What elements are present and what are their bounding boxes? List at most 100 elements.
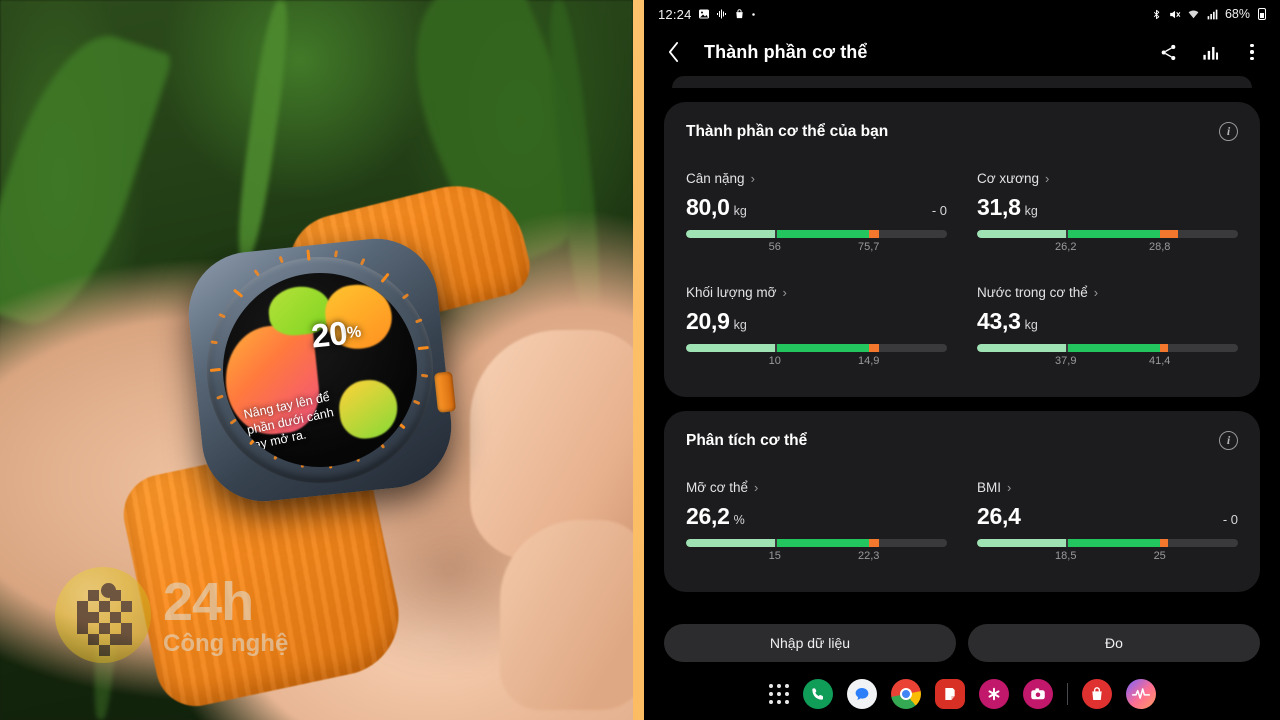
watermark: 24h Công nghệ xyxy=(55,567,288,663)
metric-value: 26,4 xyxy=(977,503,1021,529)
logo-check xyxy=(121,601,132,612)
range-low-label: 37,9 xyxy=(1055,355,1077,367)
logo-check xyxy=(88,590,99,601)
range-high-label: 75,7 xyxy=(857,241,880,253)
metric-value: 20,9 xyxy=(686,308,730,334)
app-grid-icon[interactable] xyxy=(768,684,789,704)
range-segment-normal xyxy=(1068,344,1160,352)
watermark-logo-icon xyxy=(55,567,151,663)
metric-value-wrap: 20,9 kg xyxy=(686,308,747,335)
camera-icon[interactable] xyxy=(1022,679,1053,709)
asterisk-app-icon[interactable] xyxy=(978,679,1009,709)
logo-check xyxy=(110,612,121,623)
bezel-tick xyxy=(278,255,284,264)
dot xyxy=(1250,56,1254,61)
dot xyxy=(768,692,773,696)
measure-button[interactable]: Đo xyxy=(968,624,1260,662)
samsung-health-icon[interactable] xyxy=(1125,679,1156,709)
metric-value-wrap: 80,0 kg xyxy=(686,194,747,221)
finger xyxy=(500,520,633,710)
metric-value-wrap: 31,8 kg xyxy=(977,194,1038,221)
signal-icon xyxy=(1206,8,1219,21)
metric-unit: kg xyxy=(733,204,747,218)
metric-value: 80,0 xyxy=(686,194,730,220)
info-icon[interactable]: i xyxy=(1219,431,1238,450)
metric-label[interactable]: Khối lượng mỡ › xyxy=(686,285,947,300)
range-low-label: 56 xyxy=(768,241,781,253)
metric-label[interactable]: Nước trong cơ thể › xyxy=(977,285,1238,300)
metric-item: Cơ xương › 31,8 kg 26,2 28,8 xyxy=(977,171,1238,257)
range-labels: 26,2 28,8 xyxy=(977,241,1238,257)
logo-check xyxy=(121,623,132,634)
input-data-button[interactable]: Nhập dữ liệu xyxy=(664,624,956,662)
metric-value-wrap: 43,3 kg xyxy=(977,308,1038,335)
phone-icon[interactable] xyxy=(802,679,833,709)
bezel-tick xyxy=(412,399,420,406)
logo-check xyxy=(99,623,110,634)
metric-label[interactable]: Mỡ cơ thể › xyxy=(686,480,947,495)
dock-divider xyxy=(1066,683,1068,705)
dot xyxy=(768,684,773,688)
range-high-label: 14,9 xyxy=(857,355,880,367)
bezel-tick xyxy=(209,340,218,345)
share-icon[interactable] xyxy=(1156,40,1180,64)
content-scroll-area[interactable]: Thành phần cơ thể của bạn i Cân nặng › 80,0 k… xyxy=(644,76,1280,610)
metric-value: 43,3 xyxy=(977,308,1021,334)
status-time: 12:24 xyxy=(658,6,692,22)
smartwatch: 20% Nâng tay lên để phần dưới cánh tay m… xyxy=(182,232,458,508)
info-icon[interactable]: i xyxy=(1219,122,1238,141)
bezel-tick xyxy=(333,250,338,258)
range-labels: 18,5 25 xyxy=(977,550,1238,566)
metric-label-text: Cơ xương xyxy=(977,171,1040,186)
metric-item: Khối lượng mỡ › 20,9 kg 10 14,9 xyxy=(686,285,947,371)
metric-label-text: BMI xyxy=(977,480,1002,495)
back-button[interactable] xyxy=(656,35,690,69)
metric-delta: - 0 xyxy=(931,203,947,218)
metric-label[interactable]: BMI › xyxy=(977,480,1238,495)
chrome-icon[interactable] xyxy=(890,679,921,709)
logo-check xyxy=(88,634,99,645)
metric-label[interactable]: Cân nặng › xyxy=(686,171,947,186)
range-low-label: 15 xyxy=(768,550,781,562)
logo-check xyxy=(110,634,121,645)
dot xyxy=(776,692,781,696)
bezel-tick xyxy=(401,293,409,300)
range-high-label: 41,4 xyxy=(1148,355,1171,367)
logo-check xyxy=(110,590,121,601)
samsung-notes-icon[interactable] xyxy=(934,679,965,709)
logo-check xyxy=(77,623,88,634)
screenshot-root: 20% Nâng tay lên để phần dưới cánh tay m… xyxy=(0,0,1280,720)
messages-icon[interactable] xyxy=(846,679,877,709)
panel-divider xyxy=(633,0,644,720)
metric-item: Mỡ cơ thể › 26,2% 15 22,3 xyxy=(686,480,947,566)
page-title: Thành phần cơ thể xyxy=(704,41,868,62)
more-vertical-icon[interactable] xyxy=(1240,40,1264,64)
metric-unit: kg xyxy=(733,318,747,332)
bluetooth-icon xyxy=(1151,8,1162,21)
chevron-right-icon: › xyxy=(1007,480,1012,495)
metric-value-row: 31,8 kg xyxy=(977,194,1238,221)
watch-percent-value: 20 xyxy=(309,314,349,355)
galaxy-store-icon[interactable] xyxy=(1081,679,1112,709)
bezel-tick xyxy=(414,318,423,324)
range-segment-normal xyxy=(1068,230,1160,238)
range-labels: 56 75,7 xyxy=(686,241,947,257)
current-value-marker xyxy=(1159,539,1168,547)
dock-items xyxy=(802,679,1156,709)
bar-chart-icon[interactable] xyxy=(1198,40,1222,64)
metric-label[interactable]: Cơ xương › xyxy=(977,171,1238,186)
card-header: Phân tích cơ thể i xyxy=(686,431,1238,450)
card-header: Thành phần cơ thể của bạn i xyxy=(686,122,1238,141)
range-low-label: 26,2 xyxy=(1055,241,1077,253)
range-high-label: 22,3 xyxy=(857,550,880,562)
bezel-tick xyxy=(215,394,224,400)
metric-value-row: 43,3 kg xyxy=(977,308,1238,335)
dot xyxy=(768,700,773,704)
metric-value-row: 20,9 kg xyxy=(686,308,947,335)
logo-check xyxy=(88,612,99,623)
metric-range-bar xyxy=(977,539,1238,547)
current-value-marker xyxy=(1159,230,1178,238)
chevron-right-icon: › xyxy=(782,285,787,300)
range-low-label: 18,5 xyxy=(1055,550,1077,562)
metric-grid: Mỡ cơ thể › 26,2% 15 22,3 BMI › 26,4 - 0 18,5 25 xyxy=(686,480,1238,566)
